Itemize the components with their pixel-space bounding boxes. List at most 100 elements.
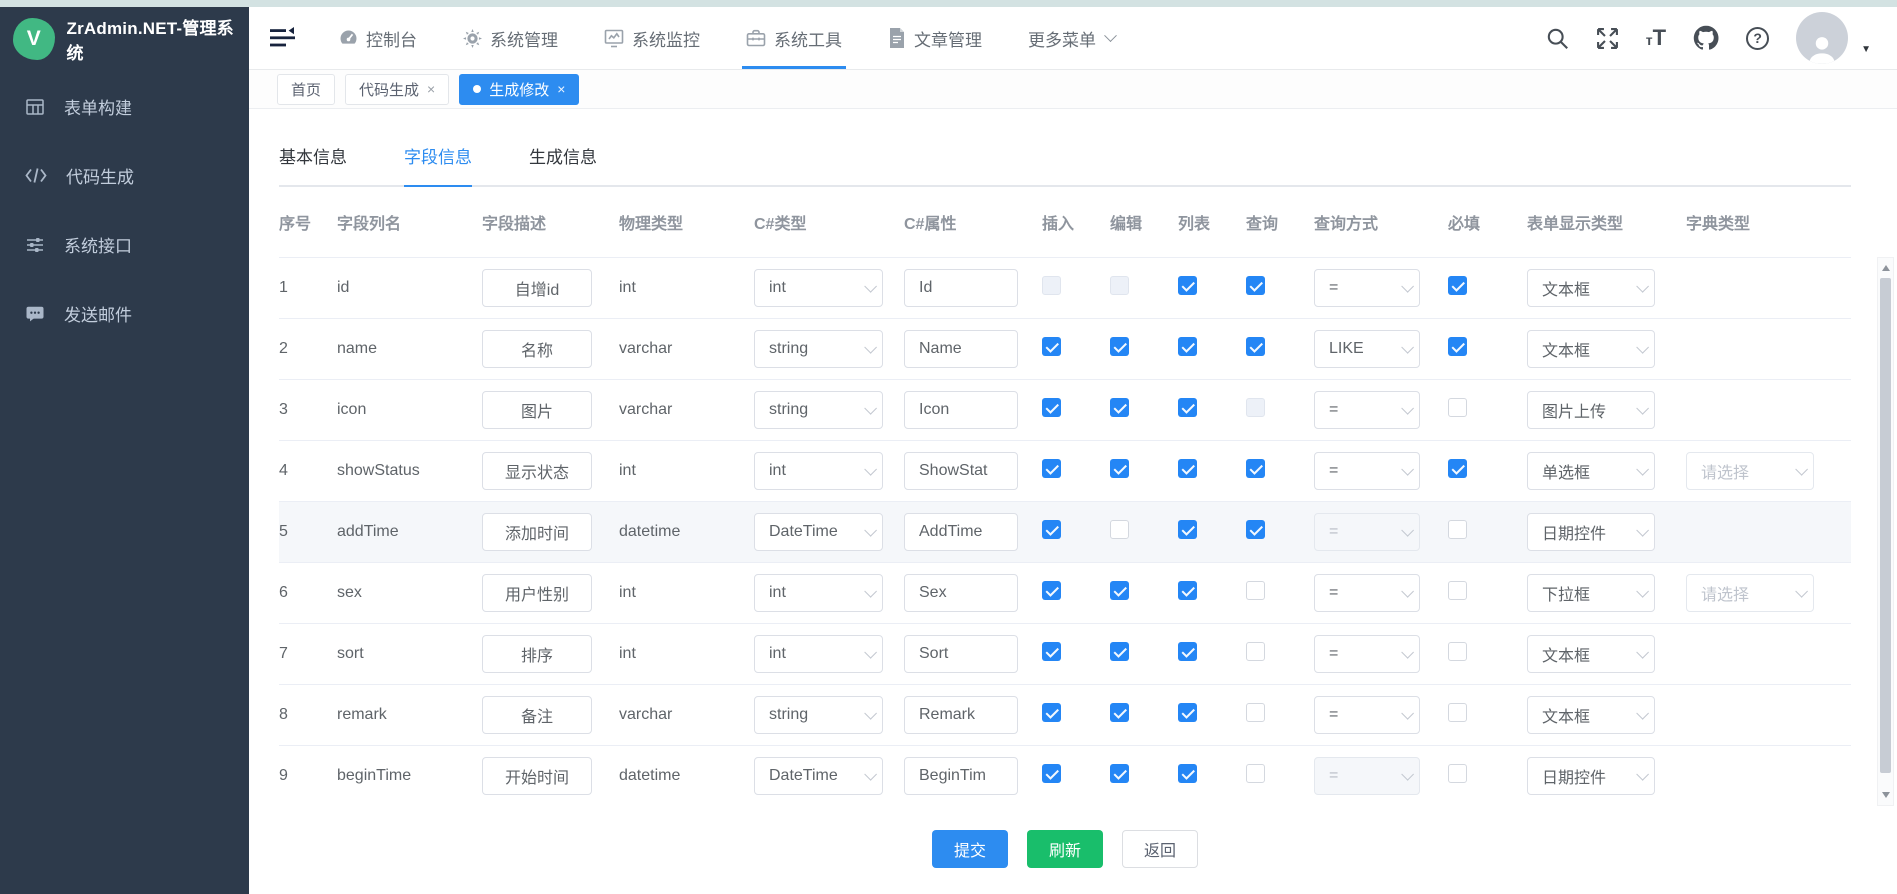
scroll-up-icon[interactable] [1878, 260, 1893, 276]
required-checkbox[interactable] [1448, 581, 1467, 600]
tag-close-icon[interactable]: × [427, 82, 435, 96]
display-type-select[interactable]: 文本框 [1527, 269, 1655, 307]
search-icon[interactable] [1546, 27, 1569, 50]
field-description-input[interactable]: 显示状态 [482, 452, 592, 490]
topnav-item-2[interactable]: 系统监控 [604, 7, 700, 69]
topnav-item-3[interactable]: 系统工具 [746, 7, 842, 69]
edit-checkbox[interactable] [1110, 642, 1129, 661]
list-checkbox[interactable] [1178, 459, 1197, 478]
tab-0[interactable]: 基本信息 [279, 135, 347, 187]
csharp-type-select[interactable]: string [754, 391, 883, 429]
field-description-input[interactable]: 图片 [482, 391, 592, 429]
query-checkbox[interactable] [1246, 520, 1265, 539]
tag-1[interactable]: 代码生成× [345, 74, 449, 105]
required-checkbox[interactable] [1448, 398, 1467, 417]
brand[interactable]: V ZrAdmin.NET-管理系统 [0, 7, 249, 70]
required-checkbox[interactable] [1448, 276, 1467, 295]
query-mode-select[interactable]: = [1314, 269, 1420, 307]
scroll-down-icon[interactable] [1878, 787, 1893, 803]
insert-checkbox[interactable] [1042, 459, 1061, 478]
query-checkbox[interactable] [1246, 398, 1265, 417]
tab-1[interactable]: 字段信息 [404, 135, 472, 187]
edit-checkbox[interactable] [1110, 337, 1129, 356]
insert-checkbox[interactable] [1042, 581, 1061, 600]
font-size-icon[interactable]: тT [1646, 27, 1666, 49]
display-type-select[interactable]: 图片上传 [1527, 391, 1655, 429]
required-checkbox[interactable] [1448, 520, 1467, 539]
query-mode-select[interactable]: = [1314, 452, 1420, 490]
tag-2[interactable]: 生成修改× [459, 74, 579, 105]
sidebar-item-code[interactable]: 代码生成 [0, 141, 249, 210]
csharp-property-input[interactable]: BeginTim [904, 757, 1018, 795]
csharp-property-input[interactable]: Sex [904, 574, 1018, 612]
field-description-input[interactable]: 备注 [482, 696, 592, 734]
edit-checkbox[interactable] [1110, 276, 1129, 295]
topnav-item-0[interactable]: 控制台 [339, 7, 417, 69]
refresh-button[interactable]: 刷新 [1027, 830, 1103, 868]
list-checkbox[interactable] [1178, 398, 1197, 417]
edit-checkbox[interactable] [1110, 398, 1129, 417]
list-checkbox[interactable] [1178, 520, 1197, 539]
display-type-select[interactable]: 日期控件 [1527, 513, 1655, 551]
field-description-input[interactable]: 自增id [482, 269, 592, 307]
insert-checkbox[interactable] [1042, 337, 1061, 356]
csharp-property-input[interactable]: ShowStat [904, 452, 1018, 490]
edit-checkbox[interactable] [1110, 703, 1129, 722]
query-checkbox[interactable] [1246, 642, 1265, 661]
avatar[interactable] [1796, 12, 1848, 64]
field-description-input[interactable]: 名称 [482, 330, 592, 368]
insert-checkbox[interactable] [1042, 276, 1061, 295]
edit-checkbox[interactable] [1110, 581, 1129, 600]
required-checkbox[interactable] [1448, 337, 1467, 356]
csharp-property-input[interactable]: AddTime [904, 513, 1018, 551]
csharp-type-select[interactable]: string [754, 696, 883, 734]
query-checkbox[interactable] [1246, 276, 1265, 295]
edit-checkbox[interactable] [1110, 764, 1129, 783]
csharp-type-select[interactable]: int [754, 452, 883, 490]
github-icon[interactable] [1693, 25, 1719, 51]
csharp-type-select[interactable]: DateTime [754, 757, 883, 795]
query-checkbox[interactable] [1246, 764, 1265, 783]
display-type-select[interactable]: 文本框 [1527, 696, 1655, 734]
query-checkbox[interactable] [1246, 459, 1265, 478]
sidebar-item-sliders[interactable]: 系统接口 [0, 210, 249, 279]
table-scrollbar[interactable] [1877, 257, 1894, 806]
query-mode-select[interactable]: = [1314, 757, 1420, 795]
avatar-caret-icon[interactable]: ▼ [1861, 44, 1871, 55]
submit-button[interactable]: 提交 [932, 830, 1008, 868]
query-mode-select[interactable]: = [1314, 391, 1420, 429]
list-checkbox[interactable] [1178, 764, 1197, 783]
query-mode-select[interactable]: = [1314, 635, 1420, 673]
list-checkbox[interactable] [1178, 703, 1197, 722]
query-mode-select[interactable]: LIKE [1314, 330, 1420, 368]
query-checkbox[interactable] [1246, 337, 1265, 356]
topnav-item-5[interactable]: 更多菜单 [1028, 7, 1115, 69]
edit-checkbox[interactable] [1110, 459, 1129, 478]
tab-2[interactable]: 生成信息 [529, 135, 597, 187]
scroll-thumb[interactable] [1880, 278, 1891, 773]
tag-close-icon[interactable]: × [557, 82, 565, 96]
insert-checkbox[interactable] [1042, 520, 1061, 539]
list-checkbox[interactable] [1178, 276, 1197, 295]
csharp-type-select[interactable]: int [754, 635, 883, 673]
display-type-select[interactable]: 日期控件 [1527, 757, 1655, 795]
csharp-property-input[interactable]: Sort [904, 635, 1018, 673]
sidebar-collapse-icon[interactable] [270, 27, 295, 49]
insert-checkbox[interactable] [1042, 642, 1061, 661]
csharp-property-input[interactable]: Id [904, 269, 1018, 307]
required-checkbox[interactable] [1448, 764, 1467, 783]
edit-checkbox[interactable] [1110, 520, 1129, 539]
field-description-input[interactable]: 排序 [482, 635, 592, 673]
required-checkbox[interactable] [1448, 642, 1467, 661]
csharp-property-input[interactable]: Remark [904, 696, 1018, 734]
dict-type-select[interactable]: 请选择 [1686, 452, 1814, 490]
query-checkbox[interactable] [1246, 581, 1265, 600]
query-mode-select[interactable]: = [1314, 696, 1420, 734]
sidebar-item-form-grid[interactable]: 表单构建 [0, 72, 249, 141]
back-button[interactable]: 返回 [1122, 830, 1198, 868]
field-description-input[interactable]: 用户性别 [482, 574, 592, 612]
topnav-item-1[interactable]: 系统管理 [463, 7, 558, 69]
query-mode-select[interactable]: = [1314, 513, 1420, 551]
insert-checkbox[interactable] [1042, 703, 1061, 722]
topnav-item-4[interactable]: 文章管理 [888, 7, 982, 69]
